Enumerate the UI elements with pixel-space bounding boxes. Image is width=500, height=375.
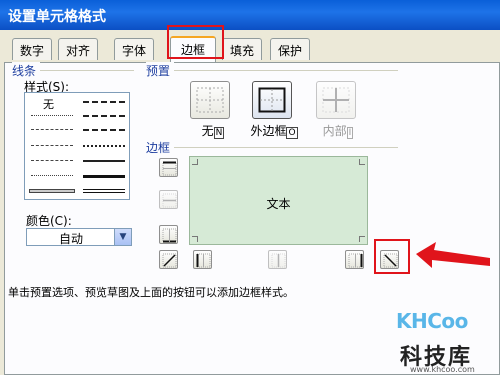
- preset-inside-label: 内部: [322, 124, 347, 138]
- tab-number[interactable]: 数字: [12, 38, 52, 60]
- border-top-icon: [162, 161, 177, 176]
- line-style-item[interactable]: [31, 129, 73, 130]
- preset-outline-caption: 外边框 O: [246, 122, 302, 139]
- tab-border[interactable]: 边框: [170, 36, 216, 62]
- preset-inside-caption: 内部 I: [316, 122, 360, 139]
- color-select[interactable]: 自动 ▼: [26, 228, 132, 246]
- dialog-title-bar: 设置单元格格式: [0, 0, 500, 30]
- border-right-button[interactable]: [345, 250, 364, 269]
- watermark-logo: KHCoo: [396, 309, 468, 333]
- line-style-item[interactable]: [31, 175, 73, 176]
- preview-corner-mark: [359, 236, 365, 242]
- chevron-down-icon[interactable]: ▼: [114, 229, 131, 245]
- preset-inside-key: I: [346, 127, 354, 139]
- line-style-none[interactable]: 无: [43, 96, 54, 112]
- tab-alignment[interactable]: 对齐: [58, 38, 98, 60]
- border-diagonal-up-icon: [162, 253, 177, 268]
- line-style-item[interactable]: [83, 175, 125, 178]
- preview-text: 文本: [266, 197, 291, 211]
- tab-protection[interactable]: 保护: [270, 38, 310, 60]
- preset-none-label: 无: [201, 124, 214, 138]
- preset-section-title: 预置: [146, 62, 175, 79]
- watermark-url: www.khcoo.com: [410, 365, 475, 374]
- line-style-item[interactable]: [31, 115, 73, 116]
- preset-outline-button[interactable]: [252, 81, 292, 119]
- border-top-button[interactable]: [159, 158, 178, 177]
- line-style-item[interactable]: [31, 145, 73, 146]
- preview-corner-mark: [192, 159, 198, 165]
- border-bottom-icon: [162, 228, 177, 243]
- line-style-item[interactable]: [83, 160, 125, 162]
- border-inside-vertical-button[interactable]: [268, 250, 287, 269]
- line-style-item[interactable]: [83, 115, 125, 117]
- preset-none-caption: 无N: [193, 122, 233, 139]
- border-inside-vertical-icon: [271, 253, 286, 268]
- line-style-item[interactable]: [31, 160, 73, 161]
- line-style-item[interactable]: [83, 189, 125, 193]
- line-style-item[interactable]: [83, 129, 125, 131]
- dialog-title: 设置单元格格式: [8, 9, 106, 25]
- preset-none-button[interactable]: [190, 81, 230, 119]
- border-right-icon: [348, 253, 363, 268]
- border-inside-horizontal-button[interactable]: [159, 190, 178, 209]
- border-section-title: 边框: [146, 139, 175, 156]
- line-style-list[interactable]: 无: [24, 92, 130, 200]
- border-section-rule: [150, 147, 398, 148]
- line-style-item[interactable]: [29, 189, 75, 193]
- border-diagonal-down-icon: [383, 253, 398, 268]
- border-diagonal-down-button[interactable]: [380, 250, 399, 269]
- hint-text: 单击预置选项、预览草图及上面的按钮可以添加边框样式。: [8, 286, 294, 299]
- preset-inside-icon: [322, 87, 350, 113]
- preset-none-key: N: [213, 127, 225, 139]
- preset-outline-icon: [258, 87, 286, 113]
- color-label: 颜色(C):: [26, 214, 72, 228]
- color-select-value: 自动: [58, 232, 83, 246]
- border-preview[interactable]: 文本: [189, 156, 368, 245]
- line-style-item[interactable]: [83, 145, 125, 147]
- red-arrow-icon: [416, 242, 490, 268]
- preview-corner-mark: [359, 159, 365, 165]
- border-left-icon: [196, 253, 211, 268]
- watermark: KHCoo 科技库 www.khcoo.com: [396, 305, 488, 374]
- preset-section-rule: [150, 70, 398, 71]
- border-inside-horizontal-icon: [162, 193, 177, 208]
- preset-outline-key: O: [286, 127, 298, 139]
- border-left-button[interactable]: [193, 250, 212, 269]
- line-style-item[interactable]: [83, 101, 125, 103]
- tab-fill[interactable]: 填充: [222, 38, 262, 60]
- tab-font[interactable]: 字体: [114, 38, 154, 60]
- line-section-title: 线条: [12, 62, 41, 79]
- preset-none-icon: [196, 87, 224, 113]
- border-bottom-button[interactable]: [159, 225, 178, 244]
- preview-corner-mark: [192, 236, 198, 242]
- preset-outline-label: 外边框: [250, 124, 287, 138]
- preset-inside-button[interactable]: [316, 81, 356, 119]
- border-diagonal-up-button[interactable]: [159, 250, 178, 269]
